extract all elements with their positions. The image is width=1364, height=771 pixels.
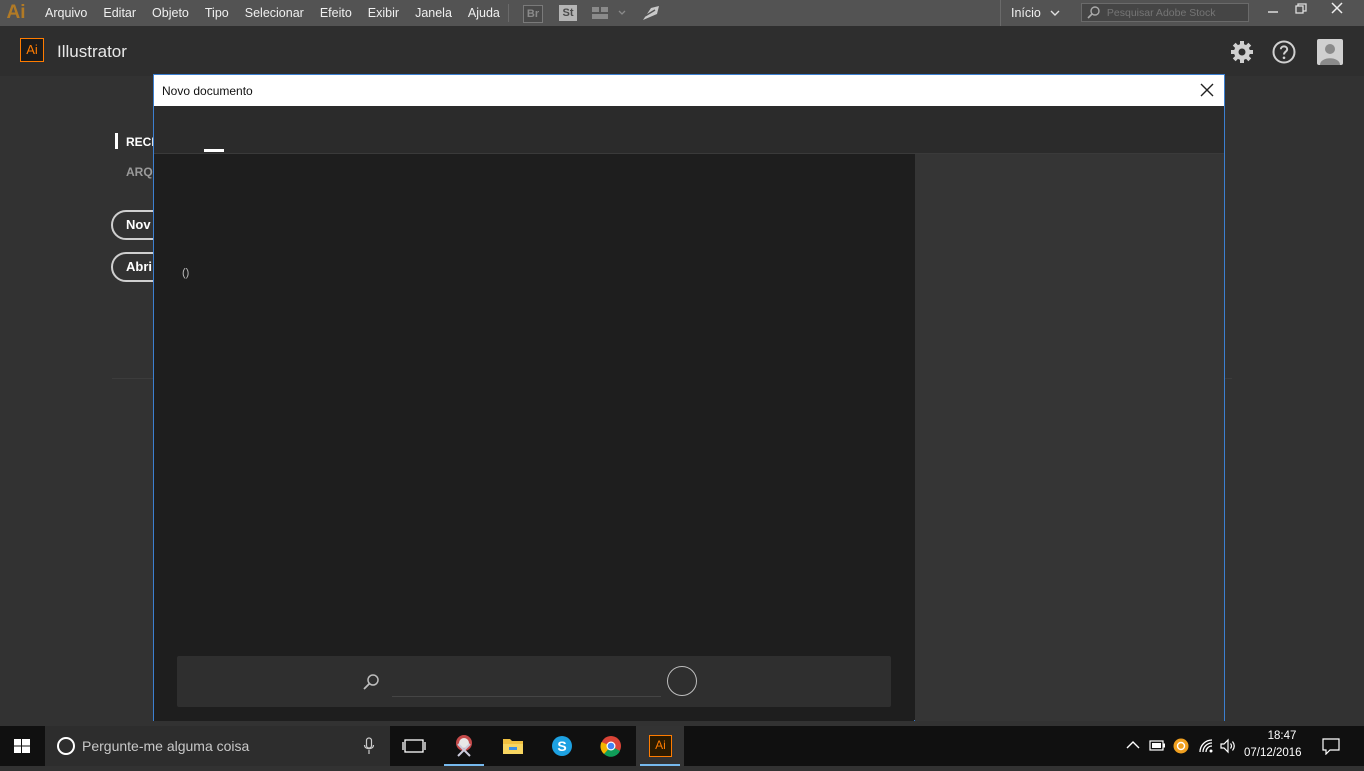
menu-objeto[interactable]: Objeto (144, 0, 197, 26)
preset-tabs (154, 106, 1224, 154)
preset-content-area: () (154, 154, 914, 721)
app-header (0, 26, 1364, 76)
skype-icon: S (552, 736, 572, 756)
stock-search-box[interactable] (1081, 3, 1249, 22)
menu-selecionar[interactable]: Selecionar (237, 0, 312, 26)
dialog-title: Novo documento (162, 84, 253, 98)
dialog-titlebar: Novo documento (154, 75, 1224, 106)
action-center-icon[interactable] (1322, 738, 1340, 755)
search-icon (363, 674, 379, 690)
nav-active-indicator (115, 133, 118, 149)
cortana-search-box[interactable]: Pergunte-me alguma coisa (45, 726, 390, 766)
bridge-icon[interactable]: Br (523, 5, 543, 23)
folder-icon (503, 739, 523, 754)
chrome-icon (600, 736, 621, 757)
taskbar-app-skype[interactable]: S (538, 726, 586, 766)
arrange-documents-icon[interactable] (591, 6, 627, 20)
taskbar-app-explorer[interactable] (489, 726, 537, 766)
cortana-placeholder: Pergunte-me alguma coisa (82, 738, 250, 754)
gear-icon[interactable] (1230, 40, 1254, 64)
app-name: Illustrator (57, 42, 127, 61)
tab-active-indicator[interactable] (204, 149, 224, 152)
menu-editar[interactable]: Editar (95, 0, 144, 26)
microphone-icon[interactable] (363, 737, 375, 755)
workspace-switcher[interactable]: Início (1000, 0, 1075, 26)
taskbar-app-chrome[interactable] (587, 726, 635, 766)
menu-efeito[interactable]: Efeito (312, 0, 360, 26)
chevron-down-icon (1050, 10, 1060, 16)
snipping-tool-icon (456, 735, 472, 757)
task-view-icon[interactable] (390, 726, 438, 766)
menu-tipo[interactable]: Tipo (197, 0, 237, 26)
template-search-bar (177, 656, 891, 707)
user-avatar-icon[interactable] (1317, 39, 1343, 65)
close-icon[interactable] (1198, 81, 1216, 99)
illustrator-icon: Ai (649, 735, 672, 757)
clock-time[interactable]: 18:47 (1262, 730, 1302, 742)
menu-janela[interactable]: Janela (407, 0, 460, 26)
chevron-up-icon[interactable] (1126, 740, 1140, 750)
taskbar-app-illustrator[interactable]: Ai (636, 726, 684, 766)
illustrator-badge: Ai (20, 38, 44, 62)
menu-exibir[interactable]: Exibir (360, 0, 407, 26)
taskbar-app-scissors[interactable] (440, 726, 488, 766)
close-window-button[interactable] (1322, 0, 1352, 20)
wifi-icon[interactable] (1198, 738, 1214, 754)
stock-search-input[interactable] (1104, 5, 1248, 20)
restore-button[interactable] (1286, 0, 1316, 20)
menu-ajuda[interactable]: Ajuda (460, 0, 508, 26)
svg-text:S: S (557, 738, 566, 754)
taskbar: Pergunte-me alguma coisa S Ai (0, 726, 1364, 766)
help-icon[interactable] (1272, 40, 1296, 64)
menu-arquivo[interactable]: Arquivo (37, 0, 95, 26)
go-button[interactable] (667, 666, 697, 696)
battery-icon[interactable] (1149, 740, 1166, 751)
workspace-label: Início (1011, 6, 1041, 20)
update-notification-icon[interactable] (1173, 738, 1189, 754)
presets-count: () (182, 267, 190, 279)
stock-icon[interactable]: St (559, 5, 577, 21)
clock-date[interactable]: 07/12/2016 (1244, 747, 1302, 759)
windows-start-icon[interactable] (0, 726, 45, 766)
gpu-performance-icon[interactable] (641, 4, 661, 22)
template-search-input[interactable] (392, 672, 661, 697)
menu-divider (508, 4, 509, 22)
cortana-icon (57, 737, 75, 755)
new-document-dialog: Novo documento () (153, 74, 1225, 721)
search-icon (1087, 6, 1100, 19)
minimize-button[interactable] (1258, 0, 1288, 20)
preset-details-panel (915, 154, 1224, 721)
nav-files[interactable]: ARQ (126, 165, 153, 179)
illustrator-logo: Ai (6, 2, 26, 23)
volume-icon[interactable] (1220, 738, 1237, 754)
